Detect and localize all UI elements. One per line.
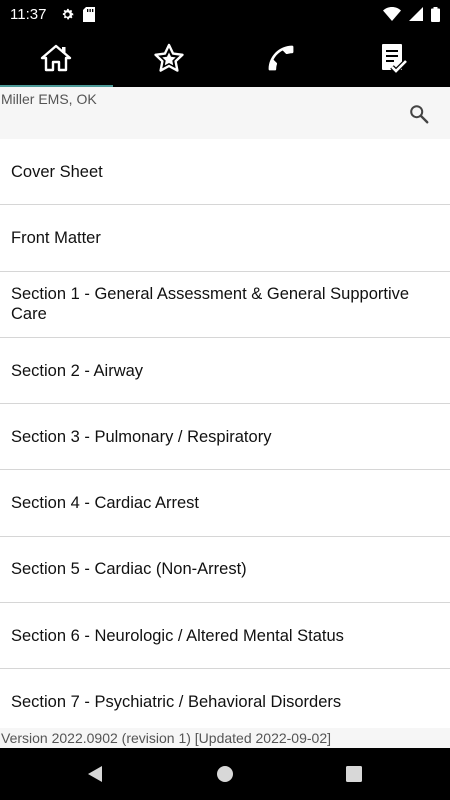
list-item-label: Section 5 - Cardiac (Non-Arrest) xyxy=(11,560,247,579)
search-header: Miller EMS, OK xyxy=(0,87,450,139)
system-nav-bar xyxy=(0,748,450,800)
back-icon xyxy=(88,766,102,782)
gear-icon xyxy=(63,8,74,19)
list-item-section-4[interactable]: Section 4 - Cardiac Arrest xyxy=(0,470,450,537)
list-item-section-5[interactable]: Section 5 - Cardiac (Non-Arrest) xyxy=(0,537,450,604)
tab-favorites[interactable] xyxy=(113,28,226,87)
list-item-label: Section 7 - Psychiatric / Behavioral Dis… xyxy=(11,693,342,712)
wifi-icon xyxy=(383,7,401,21)
battery-icon xyxy=(431,6,440,22)
status-icons-left xyxy=(60,6,96,22)
sd-card-icon xyxy=(83,6,96,22)
tab-contacts[interactable] xyxy=(225,28,338,87)
list-item-section-1[interactable]: Section 1 - General Assessment & General… xyxy=(0,272,450,338)
top-nav xyxy=(0,28,450,87)
status-icons-right xyxy=(383,6,440,22)
home-circle-icon xyxy=(217,766,233,782)
protocol-list: Cover Sheet Front Matter Section 1 - Gen… xyxy=(0,139,450,728)
recents-icon xyxy=(346,766,362,782)
home-icon xyxy=(41,44,72,71)
tab-home[interactable] xyxy=(0,28,113,87)
list-item-cover-sheet[interactable]: Cover Sheet xyxy=(0,139,450,206)
list-item-label: Cover Sheet xyxy=(11,162,103,181)
status-bar: 11:37 xyxy=(0,0,450,28)
search-button[interactable] xyxy=(408,103,430,125)
list-item-section-7[interactable]: Section 7 - Psychiatric / Behavioral Dis… xyxy=(0,669,450,728)
list-item-label: Section 4 - Cardiac Arrest xyxy=(11,494,199,513)
agency-name: Miller EMS, OK xyxy=(1,91,97,107)
status-time: 11:37 xyxy=(10,5,47,23)
system-home-button[interactable] xyxy=(215,764,235,784)
phone-icon xyxy=(268,45,294,70)
list-item-front-matter[interactable]: Front Matter xyxy=(0,205,450,272)
system-back-button[interactable] xyxy=(85,764,105,784)
version-footer: Version 2022.0902 (revision 1) [Updated … xyxy=(0,728,450,748)
list-item-label: Section 3 - Pulmonary / Respiratory xyxy=(11,427,272,446)
list-item-label: Front Matter xyxy=(11,228,101,247)
list-item-section-6[interactable]: Section 6 - Neurologic / Altered Mental … xyxy=(0,603,450,670)
list-item-label: Section 2 - Airway xyxy=(11,361,144,380)
star-icon xyxy=(154,43,184,72)
list-item-label: Section 6 - Neurologic / Altered Mental … xyxy=(11,626,344,645)
list-item-label: Section 1 - General Assessment & General… xyxy=(11,285,410,324)
list-item-section-2[interactable]: Section 2 - Airway xyxy=(0,338,450,405)
search-icon xyxy=(410,105,429,124)
checklist-icon xyxy=(381,43,408,74)
system-recents-button[interactable] xyxy=(344,764,364,784)
list-item-section-3[interactable]: Section 3 - Pulmonary / Respiratory xyxy=(0,404,450,471)
signal-icon xyxy=(409,7,423,21)
tab-checklists[interactable] xyxy=(338,28,450,87)
